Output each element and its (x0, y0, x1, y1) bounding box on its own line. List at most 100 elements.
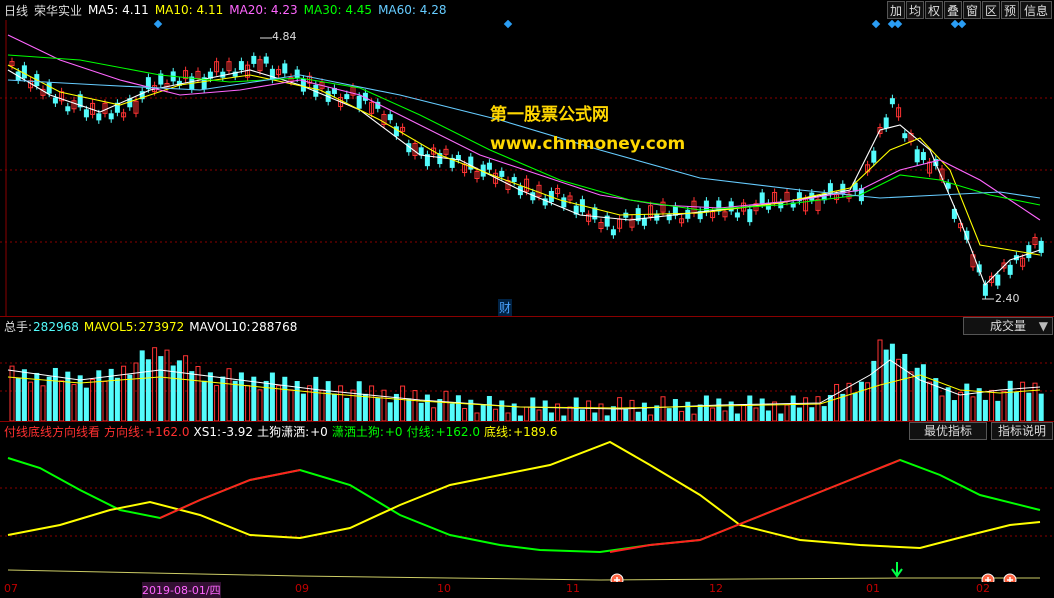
volume-bar (710, 407, 716, 421)
event-diamond-icon (957, 20, 967, 29)
volume-bar (722, 410, 728, 421)
watermark-url: www.chnmoney.com (490, 134, 686, 154)
x-tick: 09 (295, 582, 309, 595)
average-button[interactable]: 均 (906, 1, 924, 19)
volume-bar (858, 381, 864, 421)
volume-bar (778, 413, 784, 421)
volume-bar (579, 409, 585, 421)
volume-bar (970, 396, 976, 421)
volume-bar (455, 395, 461, 421)
candle-body (734, 212, 740, 218)
volume-bar (232, 380, 238, 421)
candle-body (511, 177, 517, 183)
volume-bar (189, 371, 195, 421)
volume-bar (846, 382, 852, 421)
event-diamond-icon (503, 20, 513, 29)
candle-body (263, 56, 269, 64)
direction-label: 方向线: (104, 425, 145, 439)
volume-bar (251, 376, 257, 421)
volume-header: 总手: 282968 MAVOL5: 273972 MAVOL10: 28876… (4, 318, 297, 335)
indicator-chart[interactable] (0, 440, 1054, 582)
x-tick-cursor: 2019-08-01/四 (142, 582, 221, 598)
volume-bar (152, 347, 158, 421)
volume-bar (573, 397, 579, 421)
candle-body (561, 197, 567, 208)
candle-body (1026, 245, 1032, 259)
add-button[interactable]: 加 (887, 1, 905, 19)
x-tick: 12 (709, 582, 723, 595)
direction-line (609, 459, 901, 553)
candle-body (387, 114, 393, 121)
volume-bar (114, 377, 120, 421)
volume-chart[interactable] (0, 335, 1054, 421)
overlay-button[interactable]: 叠 (944, 1, 962, 19)
candle-body (641, 217, 647, 226)
alert-button[interactable]: 预 (1001, 1, 1019, 19)
candle-body (21, 65, 27, 79)
range-button[interactable]: 区 (982, 1, 1000, 19)
volume-bar (827, 395, 833, 421)
info-button[interactable]: 信息 (1020, 1, 1052, 19)
volume-bar (964, 383, 970, 421)
volume-bar (927, 381, 933, 421)
dixian-value: +189.6 (513, 424, 558, 439)
price-chart[interactable] (0, 20, 1054, 316)
volume-bar (9, 365, 15, 421)
volume-bar (406, 398, 412, 421)
candle-body (108, 113, 114, 120)
volume-bar (592, 412, 598, 421)
volume-bar (530, 397, 536, 421)
period-label[interactable]: 日线 (4, 2, 28, 19)
ma20-label: MA20: 4.23 (229, 3, 298, 17)
high-label: 4.84 (272, 30, 297, 43)
volume-bar (102, 381, 108, 421)
volume-bar (127, 374, 133, 421)
volume-bar (424, 394, 430, 421)
candle-body (995, 274, 1001, 286)
volume-bar (486, 395, 492, 421)
volume-bar (703, 395, 709, 421)
rights-button[interactable]: 权 (925, 1, 943, 19)
best-indicator-button[interactable]: 最优指标 (909, 422, 987, 440)
volume-bar (840, 393, 846, 421)
volume-bar (257, 389, 263, 421)
candle-body (499, 170, 505, 177)
mavol5-label: MAVOL5: (83, 319, 138, 334)
volume-bar (28, 381, 34, 421)
ma30-label: MA30: 4.45 (303, 3, 373, 17)
volume-bar (654, 405, 660, 421)
total-volume-label: 总手: (4, 320, 33, 334)
xiaosa-value: +0 (384, 424, 403, 439)
x-tick: 02 (976, 582, 990, 595)
volume-bar (418, 402, 424, 421)
volume-bar (635, 411, 641, 421)
event-diamond-icon (871, 20, 881, 29)
volume-bar (809, 407, 815, 421)
volume-bar (412, 390, 418, 421)
tugou-label: 土狗潇洒: (257, 425, 310, 439)
window-button[interactable]: 窗 (963, 1, 981, 19)
x-tick: 07 (4, 582, 18, 595)
volume-bar (300, 393, 306, 421)
volume-bar (1032, 382, 1038, 421)
volume-bar (65, 371, 71, 421)
candle-body (269, 68, 275, 80)
candle-body (889, 98, 895, 105)
volume-dropdown[interactable]: 成交量 ▼ (963, 317, 1053, 335)
candle-body (685, 209, 691, 219)
volume-bar (139, 350, 145, 421)
volume-bar (976, 388, 982, 421)
volume-dropdown-label: 成交量 (990, 319, 1027, 333)
indicator-help-button[interactable]: 指标说明 (991, 422, 1053, 440)
finance-marker[interactable]: 财 (498, 299, 513, 316)
divider (0, 421, 1054, 422)
arrow-down-icon (891, 562, 903, 578)
candle-body (920, 152, 926, 161)
volume-bar (176, 360, 182, 421)
volume-bar (803, 397, 809, 421)
candle-body (251, 55, 257, 64)
volume-bar (1038, 393, 1044, 421)
mavol10-value: 288768 (251, 319, 298, 334)
mavol10-label: MAVOL10: (189, 319, 251, 334)
volume-bar (15, 377, 21, 421)
